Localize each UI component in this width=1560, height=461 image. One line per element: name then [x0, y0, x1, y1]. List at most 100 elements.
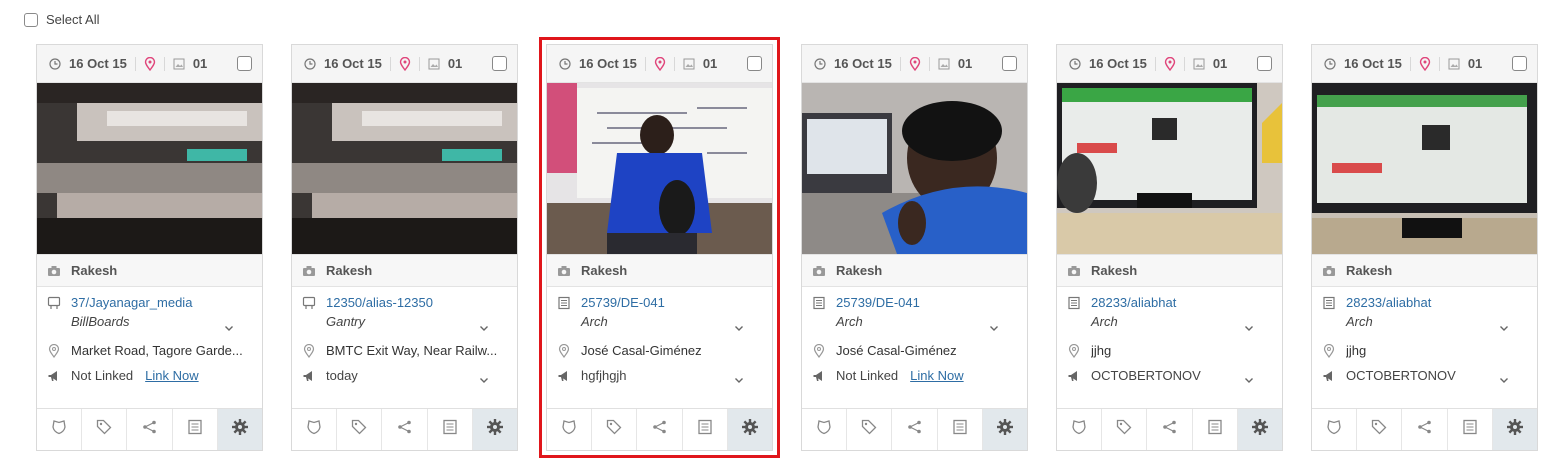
notes-button[interactable] — [1448, 409, 1493, 450]
notes-button[interactable] — [683, 409, 728, 450]
media-link[interactable]: 25739/DE-041 — [836, 295, 920, 310]
photo-card[interactable]: 16 Oct 15 01 Rakesh 25739/DE-041 Arch Jo… — [539, 37, 780, 458]
media-link[interactable]: 12350/alias-12350 — [326, 295, 433, 310]
badge-button[interactable] — [802, 409, 848, 450]
location-pin-icon[interactable] — [144, 56, 156, 71]
location-pin-icon[interactable] — [909, 56, 921, 71]
settings-gear-button[interactable] — [982, 409, 1028, 450]
card-photo[interactable] — [802, 83, 1027, 254]
share-button[interactable] — [637, 409, 683, 450]
location-pin-icon[interactable] — [1419, 56, 1431, 71]
select-all[interactable]: Select All — [24, 12, 99, 27]
link-now-link[interactable]: Link Now — [145, 368, 198, 383]
location-text: jjhg — [1346, 343, 1367, 358]
share-button[interactable] — [892, 409, 938, 450]
card-photo[interactable] — [547, 83, 772, 254]
tag-icon — [95, 418, 113, 441]
select-all-checkbox[interactable] — [24, 12, 38, 27]
card-header: 16 Oct 15 01 — [292, 45, 517, 83]
share-button[interactable] — [382, 409, 428, 450]
image-icon — [1448, 58, 1460, 70]
card-date: 16 Oct 15 — [1344, 56, 1402, 71]
image-icon — [1193, 58, 1205, 70]
card-checkbox[interactable] — [237, 56, 252, 71]
location-pin-icon[interactable] — [399, 56, 411, 71]
campaign-name: Not Linked — [71, 368, 134, 383]
chevron-down-icon[interactable] — [1244, 321, 1254, 331]
chevron-down-icon[interactable] — [1499, 373, 1509, 383]
campaign-name: OCTOBERTONOV — [1346, 368, 1456, 383]
tag-icon — [1115, 418, 1133, 441]
card-photo[interactable] — [1312, 83, 1537, 254]
author-row: Rakesh — [37, 254, 262, 287]
notes-button[interactable] — [428, 409, 473, 450]
notes-icon — [441, 418, 459, 441]
settings-gear-button[interactable] — [727, 409, 773, 450]
author-name: Rakesh — [71, 263, 118, 278]
megaphone-icon — [1322, 368, 1336, 383]
tag-button[interactable] — [1357, 409, 1403, 450]
tag-button[interactable] — [337, 409, 383, 450]
photo-card[interactable]: 16 Oct 15 01 Rakesh 28233/aliabhat Arch … — [1311, 44, 1538, 451]
badge-button[interactable] — [1057, 409, 1103, 450]
badge-button[interactable] — [37, 409, 83, 450]
card-actions — [1057, 408, 1283, 450]
tag-button[interactable] — [1102, 409, 1148, 450]
tag-button[interactable] — [592, 409, 638, 450]
card-checkbox[interactable] — [1002, 56, 1017, 71]
notes-button[interactable] — [1193, 409, 1238, 450]
media-link[interactable]: 28233/aliabhat — [1346, 295, 1431, 310]
share-button[interactable] — [1147, 409, 1193, 450]
chevron-down-icon[interactable] — [989, 321, 999, 331]
link-now-link[interactable]: Link Now — [910, 368, 963, 383]
clock-icon — [559, 57, 571, 70]
card-checkbox[interactable] — [747, 56, 762, 71]
tag-button[interactable] — [847, 409, 893, 450]
author-name: Rakesh — [1091, 263, 1138, 278]
photo-card[interactable]: 16 Oct 15 01 Rakesh 37/Jayanagar_media B… — [36, 44, 263, 451]
campaign-name: OCTOBERTONOV — [1091, 368, 1201, 383]
share-button[interactable] — [127, 409, 173, 450]
badge-button[interactable] — [547, 409, 593, 450]
photo-card[interactable]: 16 Oct 15 01 Rakesh 12350/alias-12350 Ga… — [291, 44, 518, 451]
campaign-name: today — [326, 368, 358, 383]
chevron-down-icon[interactable] — [734, 321, 744, 331]
photo-card[interactable]: 16 Oct 15 01 Rakesh 28233/aliabhat Arch … — [1056, 44, 1283, 451]
settings-gear-button[interactable] — [1492, 409, 1538, 450]
settings-gear-button[interactable] — [217, 409, 263, 450]
badge-button[interactable] — [292, 409, 338, 450]
card-photo[interactable] — [292, 83, 517, 254]
location-text: BMTC Exit Way, Near Railw... — [326, 343, 498, 358]
chevron-down-icon[interactable] — [1499, 321, 1509, 331]
location-text: jjhg — [1091, 343, 1112, 358]
media-link[interactable]: 28233/aliabhat — [1091, 295, 1176, 310]
location-pin-icon[interactable] — [654, 56, 666, 71]
badge-button[interactable] — [1312, 409, 1358, 450]
photo-card[interactable]: 16 Oct 15 01 Rakesh 25739/DE-041 Arch Jo… — [801, 44, 1028, 451]
document-icon — [1322, 295, 1336, 310]
card-actions — [547, 408, 773, 450]
media-link[interactable]: 25739/DE-041 — [581, 295, 665, 310]
card-photo[interactable] — [37, 83, 262, 254]
card-photo[interactable] — [1057, 83, 1282, 254]
location-pin-icon[interactable] — [1164, 56, 1176, 71]
location-icon — [302, 343, 316, 358]
chevron-down-icon[interactable] — [224, 321, 234, 331]
card-checkbox[interactable] — [1257, 56, 1272, 71]
chevron-down-icon[interactable] — [479, 321, 489, 331]
notes-button[interactable] — [173, 409, 218, 450]
notes-button[interactable] — [938, 409, 983, 450]
share-icon — [1161, 418, 1179, 441]
card-checkbox[interactable] — [1512, 56, 1527, 71]
media-link[interactable]: 37/Jayanagar_media — [71, 295, 192, 310]
tag-button[interactable] — [82, 409, 128, 450]
settings-gear-button[interactable] — [1237, 409, 1283, 450]
location-icon — [47, 343, 61, 358]
settings-gear-button[interactable] — [472, 409, 518, 450]
card-checkbox[interactable] — [492, 56, 507, 71]
megaphone-icon — [302, 368, 316, 383]
chevron-down-icon[interactable] — [1244, 373, 1254, 383]
chevron-down-icon[interactable] — [479, 373, 489, 383]
chevron-down-icon[interactable] — [734, 373, 744, 383]
share-button[interactable] — [1402, 409, 1448, 450]
